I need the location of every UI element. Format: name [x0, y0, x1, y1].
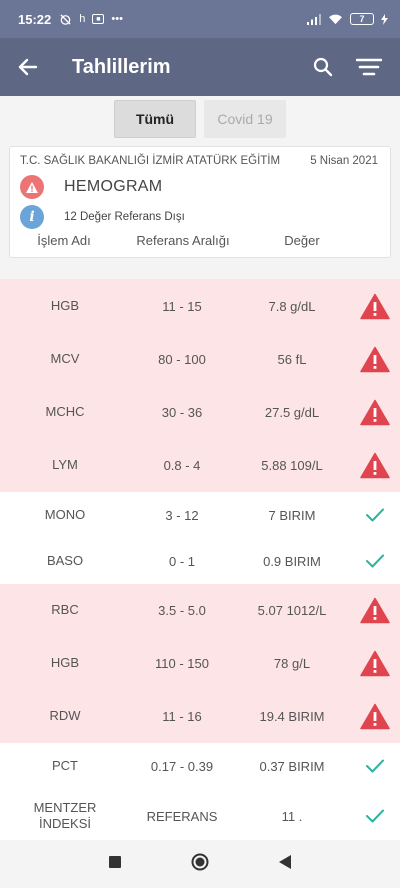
triangle-back-icon — [279, 854, 291, 869]
result-row[interactable]: LYM 0.8 - 4 5.88 109/L — [0, 439, 400, 492]
result-range: 3.5 - 5.0 — [158, 603, 206, 618]
result-value: 7 BIRIM — [268, 507, 316, 523]
search-button[interactable] — [300, 38, 346, 96]
checkmark-icon — [350, 553, 400, 569]
result-range: 0.8 - 4 — [163, 458, 201, 473]
result-name: MCHC — [45, 404, 85, 420]
checkmark-icon — [350, 507, 400, 523]
status-notification-icons: h ■ ••• — [59, 13, 123, 26]
test-summary-card[interactable]: T.C. SAĞLIK BAKANLIĞI İZMİR ATATÜRK EĞİT… — [9, 146, 391, 258]
result-name: MCV — [50, 351, 80, 367]
checkmark-icon — [350, 758, 400, 774]
result-name: MENTZER İNDEKSİ — [33, 799, 97, 831]
column-header-name: İşlem Adı — [37, 233, 91, 248]
system-back-button[interactable] — [279, 854, 291, 874]
result-range: 11 - 16 — [162, 709, 202, 724]
result-row[interactable]: MONO 3 - 12 7 BIRIM — [0, 492, 400, 538]
filter-icon — [356, 58, 382, 76]
status-system-icons: 7 — [307, 13, 388, 25]
result-value: 0.9 BIRIM — [263, 553, 321, 569]
tab-covid-19[interactable]: Covid 19 — [204, 100, 286, 138]
result-row[interactable]: RDW 11 - 16 19.4 BIRIM — [0, 690, 400, 743]
status-time: 15:22 — [18, 11, 52, 27]
back-button[interactable] — [0, 38, 56, 96]
warning-triangle-icon — [350, 597, 400, 624]
result-name: BASO — [46, 552, 84, 568]
result-name: LYM — [52, 457, 78, 473]
result-range: REFERANS — [146, 808, 218, 824]
signal-icon — [307, 13, 321, 25]
info-icon: i — [20, 205, 44, 229]
result-name: HGB — [50, 655, 80, 671]
warning-triangle-icon — [350, 703, 400, 730]
app-notification-icon: ■ — [92, 14, 105, 24]
result-row[interactable]: RBC 3.5 - 5.0 5.07 1012/L — [0, 584, 400, 637]
result-row[interactable]: HGB 110 - 150 78 g/L — [0, 637, 400, 690]
warning-triangle-icon — [350, 346, 400, 373]
app-bar: Tahlillerim — [0, 38, 400, 96]
warning-triangle-icon — [350, 650, 400, 677]
result-row[interactable]: BASO 0 - 1 0.9 BIRIM — [0, 538, 400, 584]
result-value: 5.88 109/L — [261, 458, 323, 473]
warning-circle-icon — [20, 175, 44, 199]
result-value: 0.37 BIRIM — [259, 758, 325, 774]
test-date: 5 Nisan 2021 — [310, 155, 378, 167]
result-value: 11 . — [281, 808, 303, 824]
result-range: 11 - 15 — [162, 298, 202, 314]
result-range: 80 - 100 — [158, 352, 206, 367]
result-range: 0 - 1 — [168, 553, 195, 569]
result-name: HGB — [50, 297, 80, 313]
result-row[interactable]: MENTZER İNDEKSİ REFERANS 11 . — [0, 789, 400, 843]
result-value: 19.4 BIRIM — [259, 709, 325, 724]
square-icon — [109, 856, 121, 868]
result-value: 5.07 1012/L — [257, 603, 327, 618]
result-range: 3 - 12 — [165, 507, 199, 523]
filter-button[interactable] — [346, 38, 392, 96]
recent-apps-button[interactable] — [109, 855, 121, 873]
out-of-range-count: 12 Değer Referans Dışı — [64, 211, 185, 223]
checkmark-icon — [350, 808, 400, 824]
result-row[interactable]: MCV 80 - 100 56 fL — [0, 333, 400, 386]
search-icon — [313, 57, 333, 77]
page-title: Tahlillerim — [72, 55, 171, 78]
home-circle-icon — [191, 853, 209, 870]
more-notifications-icon: ••• — [111, 13, 123, 25]
warning-triangle-icon — [350, 452, 400, 479]
result-row[interactable]: PCT 0.17 - 0.39 0.37 BIRIM — [0, 743, 400, 789]
result-value: 78 g/L — [273, 656, 311, 671]
column-header-value: Değer — [284, 233, 320, 248]
result-name: PCT — [52, 757, 78, 773]
result-range: 0.17 - 0.39 — [150, 758, 214, 774]
h-notification-icon: h — [79, 13, 86, 25]
warning-triangle-icon — [350, 293, 400, 320]
system-nav-bar — [0, 840, 400, 888]
result-range: 30 - 36 — [161, 405, 203, 420]
home-button[interactable] — [191, 853, 209, 876]
result-name: RBC — [51, 602, 79, 618]
test-name: HEMOGRAM — [64, 178, 163, 195]
warning-triangle-icon — [350, 399, 400, 426]
result-value: 7.8 g/dL — [268, 298, 316, 314]
tab-all[interactable]: Tümü — [114, 100, 196, 138]
result-range: 110 - 150 — [155, 656, 209, 671]
category-tabs: Tümü Covid 19 — [0, 100, 400, 138]
alarm-off-icon — [60, 13, 71, 25]
result-name: MONO — [44, 506, 86, 522]
result-name: RDW — [49, 708, 81, 724]
arrow-left-icon — [18, 58, 38, 76]
results-list: HGB 11 - 15 7.8 g/dL MCV 80 - 100 56 fL MCHC 30… — [0, 279, 400, 843]
status-bar: 15:22 h ■ ••• 7 — [0, 0, 400, 38]
result-row[interactable]: MCHC 30 - 36 27.5 g/dL — [0, 386, 400, 439]
wifi-icon — [329, 14, 342, 24]
column-header-range: Referans Aralığı — [136, 233, 230, 248]
results-column-headers: İşlem Adı Referans Aralığı Değer — [10, 233, 392, 248]
charging-icon — [381, 13, 388, 25]
institution-name: T.C. SAĞLIK BAKANLIĞI İZMİR ATATÜRK EĞİT… — [20, 155, 281, 167]
result-row[interactable]: HGB 11 - 15 7.8 g/dL — [0, 279, 400, 333]
result-value: 56 fL — [277, 352, 307, 367]
battery-icon: 7 — [350, 13, 374, 25]
result-value: 27.5 g/dL — [264, 405, 320, 420]
